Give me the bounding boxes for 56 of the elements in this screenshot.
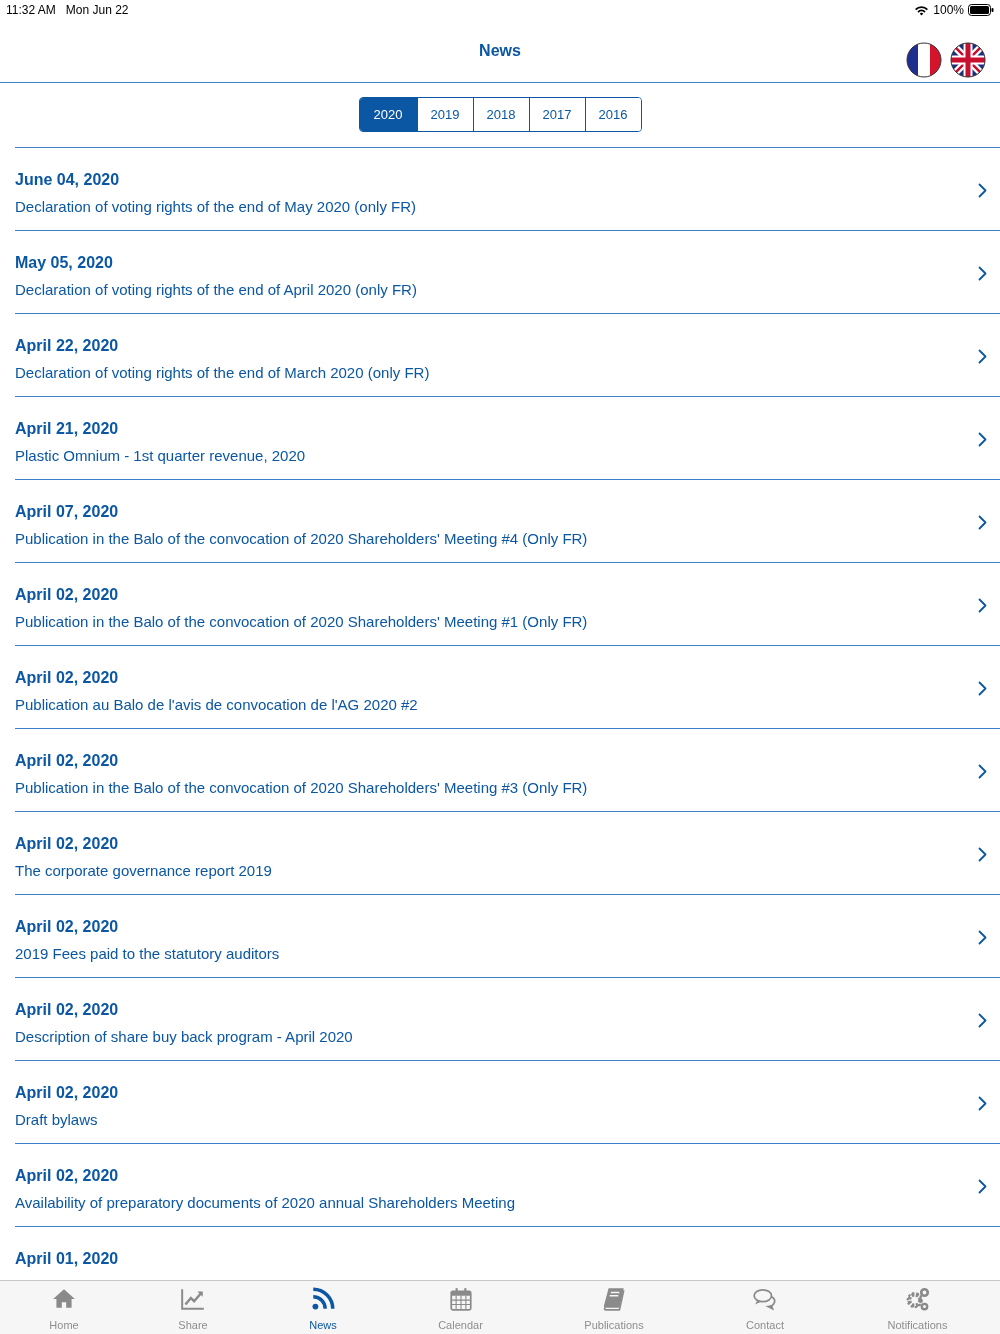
chevron-right-icon[interactable] [978,598,987,613]
news-title[interactable]: Publication in the Balo of the convocation of 2020 Shareholders' Meeting #1 (Only FR) [15,612,1000,632]
battery-percent: 100% [933,2,964,19]
news-title[interactable]: Publication au Balo de l'avis de convocation de l'AG 2020 #2 [15,695,1000,715]
news-date: April 02, 2020 [15,585,120,605]
french-flag-button[interactable] [906,42,942,78]
chevron-right-icon[interactable] [978,183,987,198]
news-title[interactable]: Description of share buy back program - April 2020 [15,1027,1000,1047]
news-date: April 02, 2020 [15,751,120,771]
news-title[interactable]: Declaration of voting rights of the end of April 2020 (only FR) [15,280,1000,300]
news-title[interactable]: The corporate governance report 2019 [15,861,1000,881]
news-date: April 22, 2020 [15,336,120,356]
status-date: Mon Jun 22 [65,2,129,19]
news-title[interactable]: Publication in the Balo of the convocation of 2020 Shareholders' Meeting #4 (Only FR) [15,529,1000,549]
news-date: April 07, 2020 [15,502,120,522]
chevron-right-icon[interactable] [978,930,987,945]
chevron-right-icon[interactable] [978,681,987,696]
news-date: April 02, 2020 [15,668,120,688]
chevron-right-icon[interactable] [978,432,987,447]
year-tab[interactable]: 2016 [584,98,641,131]
chevron-right-icon[interactable] [978,515,987,530]
year-tab[interactable]: 2020 [359,98,417,131]
header-title: News [479,41,521,61]
chat-bubbles-icon [752,1286,778,1312]
status-time: 11:32 AM [6,2,56,19]
news-title[interactable]: Publication in the Balo of the convocation of 2020 Shareholders' Meeting #3 (Only FR) [15,778,1000,798]
news-date: April 01, 2020 [15,1249,120,1269]
book-icon [601,1286,627,1312]
chevron-right-icon[interactable] [978,764,987,779]
chevron-right-icon[interactable] [978,847,987,862]
news-date: April 02, 2020 [15,917,120,937]
calendar-icon [447,1286,474,1312]
news-title[interactable]: 2019 Fees paid to the statutory auditors [15,944,1000,964]
chevron-right-icon[interactable] [978,1013,987,1028]
chevron-right-icon[interactable] [978,1179,987,1194]
news-date: June 04, 2020 [15,170,121,190]
line-chart-icon [180,1286,206,1312]
news-date: April 21, 2020 [15,419,120,439]
chevron-right-icon[interactable] [978,1096,987,1111]
chevron-right-icon[interactable] [978,266,987,281]
tab-bar-item[interactable]: News [258,1281,388,1334]
uk-flag-button[interactable] [950,42,986,78]
news-date: April 02, 2020 [15,834,120,854]
news-title[interactable]: Availability of preparatory documents of 2020 annual Shareholders Meeting [15,1193,1000,1213]
news-title[interactable]: Declaration of voting rights of the end of May 2020 (only FR) [15,197,1000,217]
news-date: April 02, 2020 [15,1166,120,1186]
news-date: April 02, 2020 [15,1083,120,1103]
news-title[interactable]: Draft bylaws [15,1110,1000,1130]
wifi-icon [914,4,930,16]
rss-icon [310,1286,336,1312]
news-date: May 05, 2020 [15,253,114,273]
battery-icon [968,4,994,16]
chevron-right-icon[interactable] [978,349,987,364]
news-date: April 02, 2020 [15,1000,120,1020]
news-title[interactable]: Declaration of voting rights of the end of March 2020 (only FR) [15,363,1000,383]
news-title[interactable]: Plastic Omnium - 1st quarter revenue, 2020 [15,446,1000,466]
